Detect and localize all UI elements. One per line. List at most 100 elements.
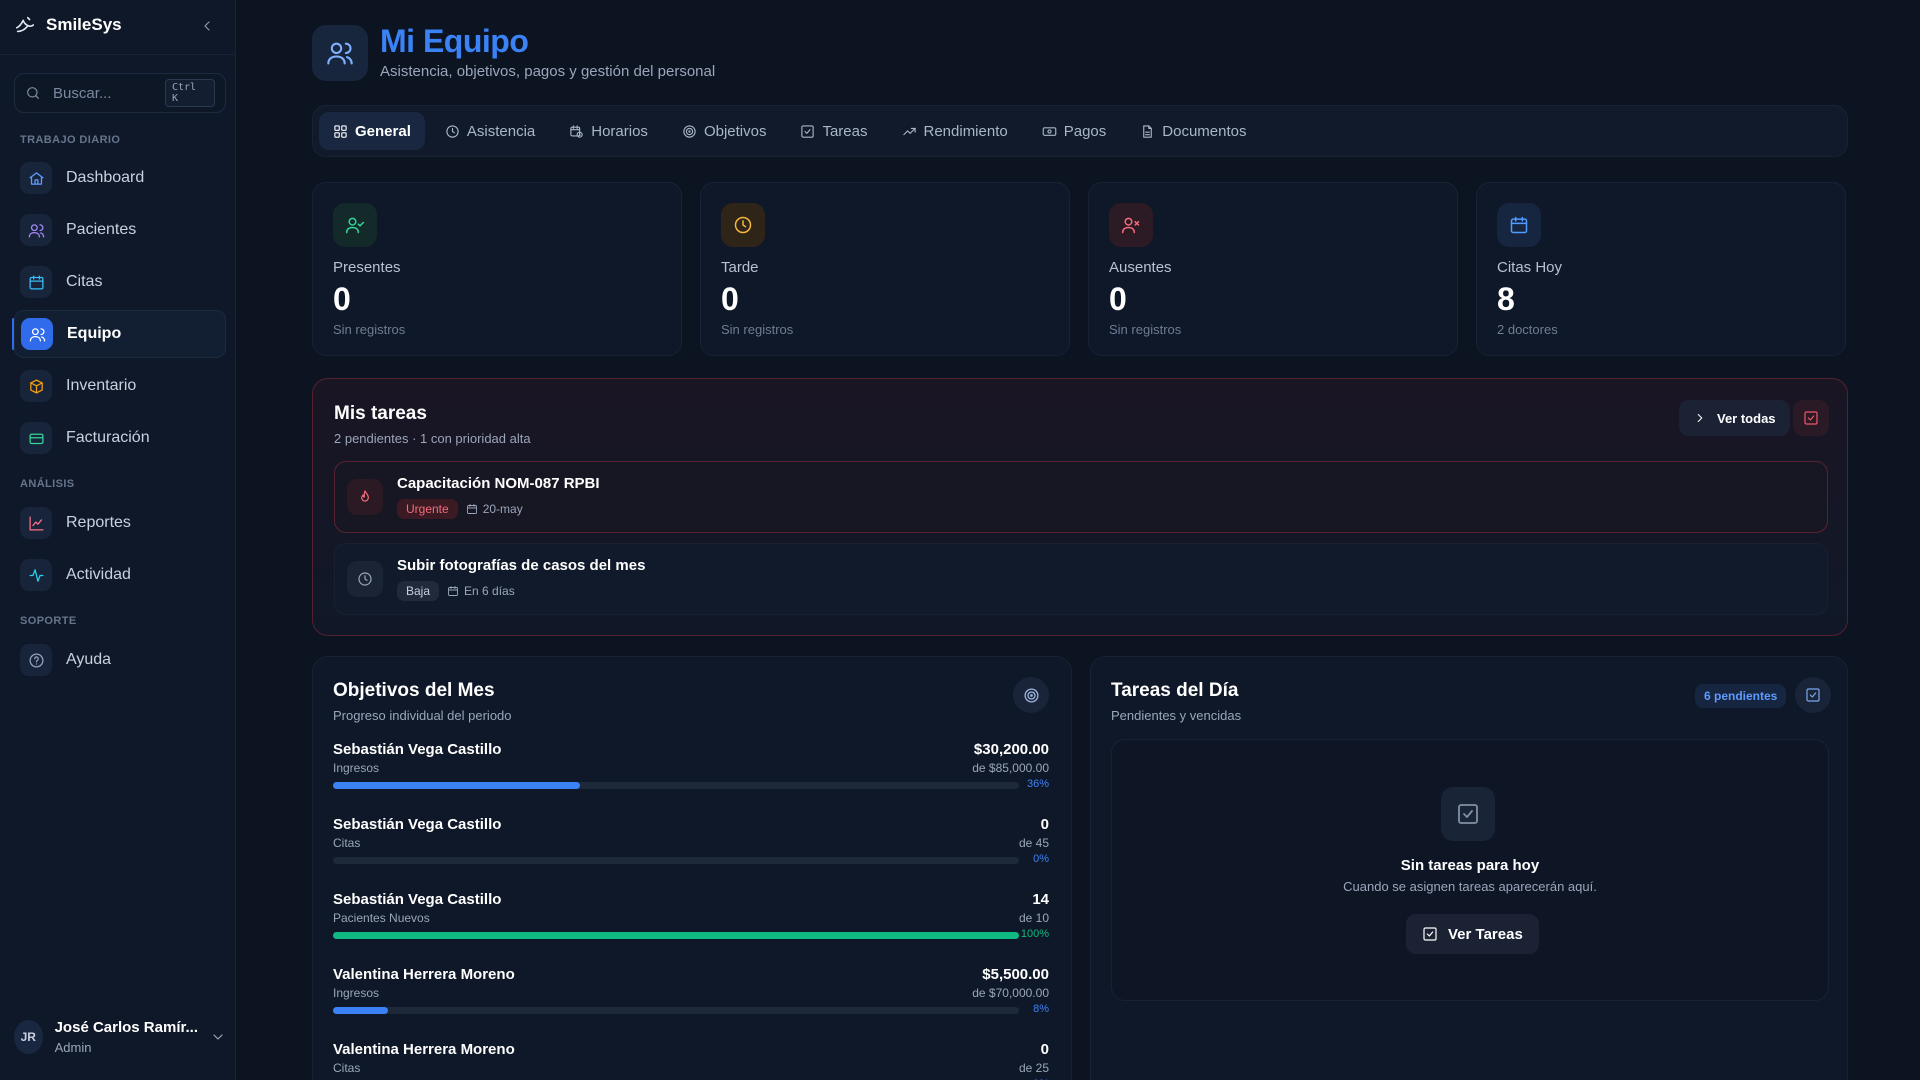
tab-pagos[interactable]: Pagos (1028, 112, 1121, 150)
stat-value: 0 (721, 281, 739, 317)
search-shortcut: Ctrl K (165, 79, 215, 107)
progress-track (333, 1007, 1019, 1014)
goal-value: $30,200.00 (973, 741, 1049, 758)
sidebar-item-label: Ayuda (66, 651, 112, 668)
calendar-icon (20, 266, 52, 298)
check-square-icon (1422, 926, 1438, 942)
tab-rendimiento[interactable]: Rendimiento (888, 112, 1022, 150)
sidebar-item-inventario[interactable]: Inventario (14, 362, 226, 410)
user-role: Admin (54, 1040, 92, 1055)
tab-tareas[interactable]: Tareas (786, 112, 881, 150)
section-label-trabajo-diario: TRABAJO DIARIO (20, 134, 121, 146)
sidebar-item-label: Actividad (66, 566, 131, 583)
stat-note: Sin registros (1109, 322, 1182, 337)
task-date: 20-may (482, 502, 523, 516)
collapse-sidebar-icon[interactable] (199, 18, 215, 34)
sidebar-item-label: Reportes (66, 514, 131, 531)
goal-row: Valentina Herrera Moreno Ingresos $5,500… (333, 966, 1049, 1032)
check-square-icon (800, 124, 815, 139)
app-name: SmileSys (46, 15, 122, 34)
tab-objetivos[interactable]: Objetivos (668, 112, 781, 150)
activity-icon (20, 559, 52, 591)
stat-note: 2 doctores (1497, 322, 1558, 337)
sidebar-divider (0, 54, 235, 55)
sidebar-item-pacientes[interactable]: Pacientes (14, 206, 226, 254)
sidebar-item-actividad[interactable]: Actividad (14, 551, 226, 599)
sidebar-item-label: Dashboard (66, 169, 145, 186)
task-item[interactable]: Subir fotografías de casos del mes Baja … (334, 543, 1828, 615)
stat-card-tarde: Tarde 0 Sin registros (700, 182, 1070, 356)
goal-row: Valentina Herrera Moreno Citas 0 de 25 0… (333, 1041, 1049, 1080)
goals-panel: Objetivos del Mes Progreso individual de… (312, 656, 1072, 1080)
sidebar-item-facturacion[interactable]: Facturación (14, 414, 226, 462)
sidebar-item-equipo[interactable]: Equipo (14, 310, 226, 358)
tasks-shortcut-button[interactable] (1793, 400, 1829, 436)
chevron-right-icon (1693, 411, 1707, 425)
goal-employee: Valentina Herrera Moreno (333, 966, 515, 983)
goal-percent: 36% (1026, 778, 1049, 790)
stat-value: 0 (1109, 281, 1127, 317)
check-square-icon (1805, 687, 1821, 703)
brand[interactable]: SmileSys (14, 14, 122, 36)
goal-percent: 8% (1033, 1003, 1049, 1015)
sidebar-item-label: Facturación (66, 429, 150, 446)
sidebar-item-label: Equipo (67, 325, 122, 342)
sidebar-item-reportes[interactable]: Reportes (14, 499, 226, 547)
stat-card-citas-hoy: Citas Hoy 8 2 doctores (1476, 182, 1846, 356)
clock-icon (347, 561, 383, 597)
section-label-soporte: SOPORTE (20, 615, 77, 627)
tab-horarios[interactable]: Horarios (555, 112, 662, 150)
team-icon (21, 318, 53, 350)
goal-metric: Ingresos (333, 986, 380, 1000)
sidebar-item-citas[interactable]: Citas (14, 258, 226, 306)
today-tasks-panel: Tareas del Día Pendientes y vencidas 6 p… (1090, 656, 1848, 1080)
tooth-logo-icon (14, 14, 36, 36)
tab-asistencia[interactable]: Asistencia (431, 112, 549, 150)
stat-label: Citas Hoy (1497, 259, 1563, 276)
page-subtitle: Asistencia, objetivos, pagos y gestión d… (380, 63, 716, 80)
search-input[interactable] (53, 84, 153, 102)
goals-target-button[interactable] (1013, 677, 1049, 713)
goal-percent: 0% (1033, 853, 1049, 865)
tab-documentos[interactable]: Documentos (1126, 112, 1260, 150)
today-title: Tareas del Día (1111, 680, 1239, 701)
file-icon (1140, 124, 1155, 139)
sidebar-item-label: Pacientes (66, 221, 137, 238)
my-tasks-subtitle: 2 pendientes · 1 con prioridad alta (334, 431, 531, 446)
empty-title: Sin tareas para hoy (1400, 857, 1540, 874)
search-box[interactable]: Ctrl K (14, 73, 226, 113)
tab-general[interactable]: General (319, 112, 425, 150)
stat-card-presentes: Presentes 0 Sin registros (312, 182, 682, 356)
tab-label: Horarios (591, 122, 648, 140)
stat-note: Sin registros (333, 322, 406, 337)
chevron-down-icon[interactable] (210, 1029, 226, 1045)
sidebar-item-ayuda[interactable]: Ayuda (14, 636, 226, 684)
priority-badge: Urgente (397, 499, 458, 519)
stat-label: Ausentes (1109, 259, 1172, 276)
page-title: Mi Equipo (380, 23, 529, 59)
my-tasks-title: Mis tareas (334, 403, 427, 424)
chart-line-icon (20, 507, 52, 539)
view-all-button[interactable]: Ver todas (1679, 400, 1790, 436)
check-square-icon (1441, 787, 1495, 841)
task-item[interactable]: Capacitación NOM-087 RPBI Urgente 20-may (334, 461, 1828, 533)
banknote-icon (1042, 124, 1057, 139)
stat-value: 0 (333, 281, 351, 317)
today-tasks-button[interactable] (1795, 677, 1831, 713)
box-icon (20, 370, 52, 402)
stat-label: Tarde (721, 259, 759, 276)
sidebar-item-dashboard[interactable]: Dashboard (14, 154, 226, 202)
clock-icon (445, 124, 460, 139)
goal-target: de 25 (1018, 1061, 1049, 1075)
user-menu[interactable]: JR José Carlos Ramír... Admin (14, 1015, 226, 1059)
goal-target: de 10 (1018, 911, 1049, 925)
target-icon (682, 124, 697, 139)
my-tasks-panel: Mis tareas 2 pendientes · 1 con priorida… (312, 378, 1848, 636)
calendar-icon (447, 585, 459, 597)
calendar-icon (1497, 203, 1541, 247)
today-subtitle: Pendientes y vencidas (1111, 708, 1242, 723)
home-icon (20, 162, 52, 194)
grid-icon (333, 124, 348, 139)
sidebar-item-label: Inventario (66, 377, 137, 394)
view-tasks-button[interactable]: Ver Tareas (1406, 914, 1539, 954)
